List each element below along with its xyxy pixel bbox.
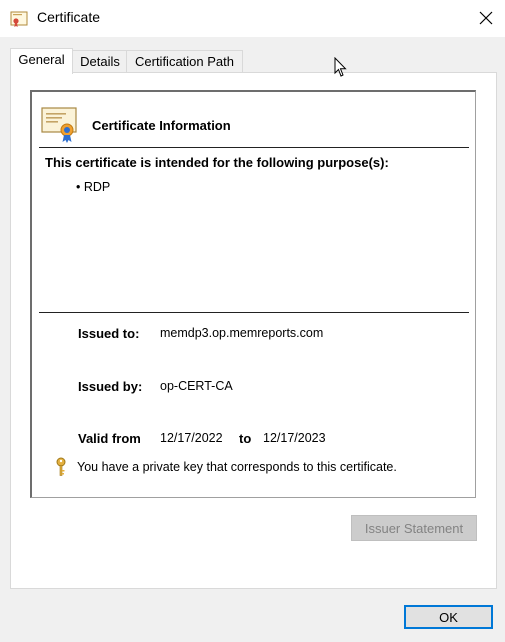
issuer-statement-button[interactable]: Issuer Statement xyxy=(351,515,477,541)
issued-by-label: Issued by: xyxy=(78,379,143,394)
title-bar: Certificate xyxy=(0,0,505,37)
purpose-heading: This certificate is intended for the fol… xyxy=(45,155,389,170)
divider xyxy=(39,312,469,313)
issued-to-label: Issued to: xyxy=(78,326,140,341)
tab-general[interactable]: General xyxy=(10,48,73,74)
ok-button[interactable]: OK xyxy=(404,605,493,629)
tab-details[interactable]: Details xyxy=(72,50,128,73)
certificate-badge-icon xyxy=(41,107,77,143)
certificate-dialog: Certificate General Details Certificatio… xyxy=(0,0,505,642)
valid-from-value: 12/17/2022 xyxy=(160,431,223,445)
key-icon xyxy=(56,457,66,476)
valid-to-label: to xyxy=(239,431,252,446)
certificate-info-title: Certificate Information xyxy=(92,118,231,133)
certificate-icon xyxy=(10,11,28,27)
certificate-info-box: Certificate Information This certificate… xyxy=(30,90,476,498)
window-title: Certificate xyxy=(37,9,101,25)
valid-from-label: Valid from xyxy=(78,431,141,446)
issued-to-value: memdp3.op.memreports.com xyxy=(160,326,324,340)
private-key-note: You have a private key that corresponds … xyxy=(77,460,397,474)
valid-to-value: 12/17/2023 xyxy=(263,431,326,445)
issued-by-value: op-CERT-CA xyxy=(160,379,233,393)
mouse-cursor-icon xyxy=(334,57,347,77)
divider xyxy=(39,147,469,148)
general-tab-panel: Certificate Information This certificate… xyxy=(10,72,497,589)
purpose-list-item: • RDP xyxy=(76,180,111,194)
close-icon xyxy=(479,11,493,25)
tab-certification-path[interactable]: Certification Path xyxy=(126,50,243,73)
close-button[interactable] xyxy=(470,3,502,33)
